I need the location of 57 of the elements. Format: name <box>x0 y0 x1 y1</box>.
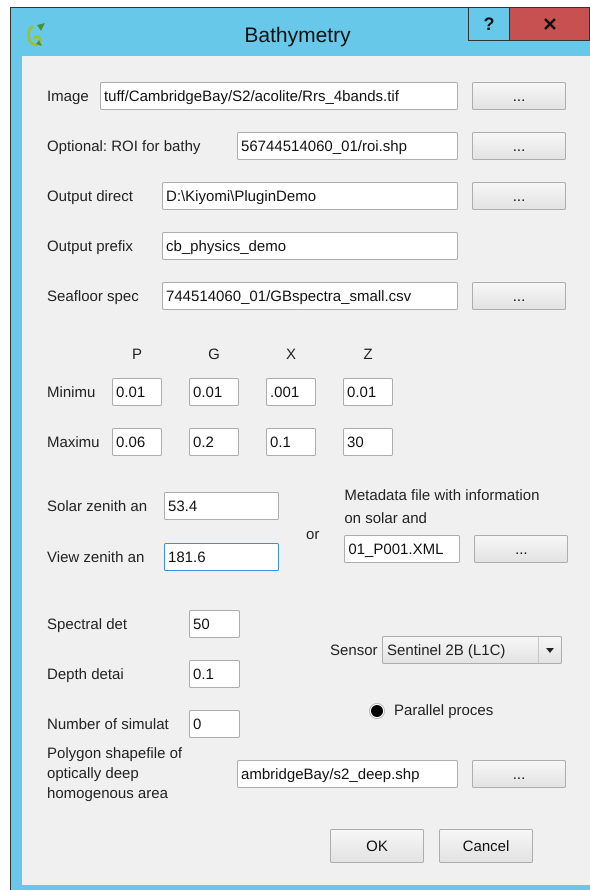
browse-button[interactable]: ... <box>472 132 566 160</box>
path-field[interactable]: 744514060_01/GBspectra_small.csv <box>162 282 458 310</box>
field-label: Depth detai <box>47 666 125 682</box>
window-title: Bathymetry <box>243 24 352 48</box>
cancel-button[interactable]: Cancel <box>439 829 533 863</box>
ok-button[interactable]: OK <box>330 829 424 863</box>
setting-field[interactable]: 0.1 <box>189 660 240 688</box>
setting-field[interactable]: 0 <box>189 710 240 738</box>
field-label: Sensor <box>330 642 379 658</box>
metadata-field[interactable]: 01_P001.XML <box>344 535 460 563</box>
angle-field[interactable]: 53.4 <box>164 492 279 520</box>
field-label: Seafloor spec <box>47 288 140 304</box>
help-button[interactable]: ? <box>468 8 510 41</box>
browse-button[interactable]: ... <box>472 282 566 310</box>
path-field[interactable]: ambridgeBay/s2_deep.shp <box>237 760 458 788</box>
browse-button[interactable]: ... <box>472 182 566 210</box>
parameter-field[interactable]: 0.06 <box>112 428 162 456</box>
parameter-field[interactable]: 0.01 <box>343 378 393 406</box>
path-field[interactable]: tuff/CambridgeBay/S2/acolite/Rrs_4bands.tif <box>100 82 458 110</box>
column-header: G <box>207 346 221 364</box>
parameter-field[interactable]: 30 <box>343 428 393 456</box>
path-field[interactable]: D:\Kiyomi\PluginDemo <box>162 182 458 210</box>
field-label: Minimu <box>47 384 96 400</box>
field-label: Output direct <box>47 188 134 204</box>
caret-icon <box>546 648 554 652</box>
radio-label: Parallel proces <box>394 702 494 719</box>
browse-button[interactable]: ... <box>472 82 566 110</box>
close-icon <box>542 18 556 30</box>
field-label: Solar zenith an <box>47 498 148 514</box>
column-header: P <box>130 346 143 364</box>
field-label: Output prefix <box>47 238 134 254</box>
parameter-field[interactable]: 0.1 <box>266 428 316 456</box>
path-field[interactable]: 56744514060_01/roi.shp <box>237 132 458 160</box>
parameter-field[interactable]: 0.01 <box>112 378 162 406</box>
field-label: Optional: ROI for bathy <box>47 138 202 154</box>
metadata-label: Metadata file with information on solar and <box>344 486 540 529</box>
field-label: Spectral det <box>47 616 128 632</box>
browse-button[interactable]: ... <box>474 535 568 563</box>
field-label: Polygon shapefile of optically deep homogenous area <box>47 744 184 804</box>
field-label: Maximu <box>47 434 101 450</box>
parameter-field[interactable]: 0.01 <box>189 378 239 406</box>
column-header: Z <box>362 346 374 364</box>
column-header: X <box>284 346 297 364</box>
field-label: Number of simulat <box>47 716 170 732</box>
field-label: View zenith an <box>47 548 146 566</box>
field-label: Image <box>47 88 90 104</box>
radio-button[interactable] <box>369 702 385 718</box>
sensor-dropdown[interactable]: Sentinel 2B (L1C) <box>382 636 562 664</box>
setting-field[interactable]: 50 <box>189 610 240 638</box>
close-button[interactable] <box>510 8 590 41</box>
or-label: or <box>306 526 320 543</box>
browse-button[interactable]: ... <box>472 760 566 788</box>
parameter-field[interactable]: .001 <box>266 378 316 406</box>
angle-field[interactable]: 181.6 <box>164 543 279 571</box>
path-field[interactable]: cb_physics_demo <box>162 232 458 260</box>
app-logo-icon <box>25 22 47 48</box>
parameter-field[interactable]: 0.2 <box>189 428 239 456</box>
